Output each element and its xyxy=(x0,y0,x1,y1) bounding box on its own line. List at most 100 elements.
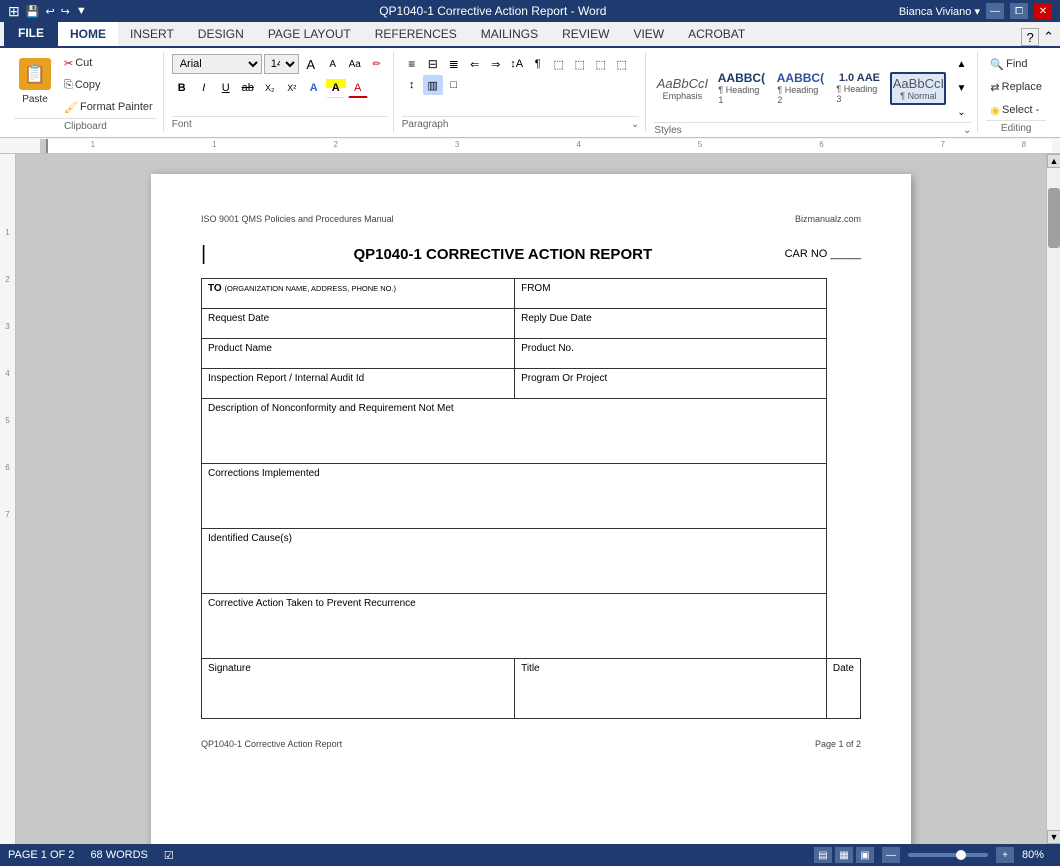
doc-title-area: | QP1040-1 CORRECTIVE ACTION REPORT CAR … xyxy=(201,244,861,264)
paste-button[interactable]: 📋 Paste xyxy=(14,54,56,116)
tab-acrobat[interactable]: ACROBAT xyxy=(676,20,757,46)
strikethrough-button[interactable]: ab xyxy=(238,78,258,98)
subscript-button[interactable]: X₂ xyxy=(260,78,280,98)
zoom-out-button[interactable]: — xyxy=(882,847,900,863)
zoom-slider[interactable] xyxy=(908,853,988,857)
text-highlight-button[interactable]: A xyxy=(326,78,346,98)
align-right-button[interactable]: ⬚ xyxy=(591,54,611,74)
inspection-report-cell[interactable]: Inspection Report / Internal Audit Id xyxy=(202,369,515,399)
save-icon[interactable]: 💾 xyxy=(26,5,40,18)
signature-cell[interactable]: Signature xyxy=(202,659,515,719)
find-button[interactable]: 🔍 Find xyxy=(986,54,1046,74)
tab-mailings[interactable]: MAILINGS xyxy=(469,20,550,46)
style-heading2[interactable]: AABBC( ¶ Heading 2 xyxy=(772,68,828,108)
shading-button[interactable]: ▥ xyxy=(423,75,443,95)
tab-references[interactable]: REFERENCES xyxy=(363,20,469,46)
minimize-button[interactable]: — xyxy=(986,3,1004,19)
scroll-down-button[interactable]: ▼ xyxy=(1047,830,1060,844)
undo-icon[interactable]: ↩ xyxy=(45,5,54,18)
style-normal[interactable]: AaBbCcI ¶ Normal xyxy=(890,72,946,105)
document-area[interactable]: ISO 9001 QMS Policies and Procedures Man… xyxy=(16,154,1046,844)
style-heading3[interactable]: 1.0 AAE ¶ Heading 3 xyxy=(831,69,887,107)
horizontal-ruler: 1 1 2 3 4 5 6 7 8 xyxy=(0,138,1060,154)
replace-button[interactable]: ⇄ Replace xyxy=(986,77,1046,97)
justify-button[interactable]: ⬚ xyxy=(612,54,632,74)
bullets-button[interactable]: ≡ xyxy=(402,54,422,74)
redo-icon[interactable]: ↪ xyxy=(61,5,70,18)
font-shrink-button[interactable]: A xyxy=(323,54,343,74)
zoom-thumb[interactable] xyxy=(956,850,966,860)
scroll-up-button[interactable]: ▲ xyxy=(1047,154,1060,168)
font-color-button[interactable]: A xyxy=(348,78,368,98)
paragraph-expand-icon[interactable]: ⌄ xyxy=(631,119,639,130)
user-name[interactable]: Bianca Viviano ▾ xyxy=(899,5,980,18)
tab-design[interactable]: DESIGN xyxy=(186,20,256,46)
date-cell[interactable]: Date xyxy=(826,659,860,719)
line-spacing-button[interactable]: ↕ xyxy=(402,75,422,95)
to-cell[interactable]: TO (ORGANIZATION NAME, ADDRESS, PHONE NO… xyxy=(202,279,515,309)
product-name-cell[interactable]: Product Name xyxy=(202,339,515,369)
font-family-select[interactable]: Arial xyxy=(172,54,262,74)
tab-review[interactable]: REVIEW xyxy=(550,20,621,46)
restore-button[interactable]: ⧠ xyxy=(1010,3,1028,19)
change-case-button[interactable]: Aa xyxy=(345,54,365,74)
title-bar: ⊞ 💾 ↩ ↪ ▼ QP1040-1 Corrective Action Rep… xyxy=(0,0,1060,22)
document-title[interactable]: QP1040-1 CORRECTIVE ACTION REPORT xyxy=(221,246,785,263)
tab-home[interactable]: HOME xyxy=(58,20,118,46)
style-emphasis[interactable]: AaBbCcI Emphasis xyxy=(654,73,710,104)
copy-button[interactable]: ⎘ Copy xyxy=(60,75,157,95)
tab-view[interactable]: VIEW xyxy=(621,20,676,46)
nonconformity-cell[interactable]: Description of Nonconformity and Require… xyxy=(202,399,827,464)
cut-button[interactable]: ✂ Cut xyxy=(60,53,157,73)
styles-expand-icon[interactable]: ⌄ xyxy=(963,125,971,136)
title-cell[interactable]: Title xyxy=(515,659,827,719)
borders-button[interactable]: □ xyxy=(444,75,464,95)
italic-button[interactable]: I xyxy=(194,78,214,98)
scrollbar-thumb[interactable] xyxy=(1048,188,1060,248)
underline-button[interactable]: U xyxy=(216,78,236,98)
corrections-cell[interactable]: Corrections Implemented xyxy=(202,464,827,529)
styles-more-button[interactable]: ⌄ xyxy=(951,102,971,122)
full-screen-view-button[interactable]: ▦ xyxy=(835,847,853,863)
styles-scroll-up-button[interactable]: ▲ xyxy=(951,54,971,74)
align-left-button[interactable]: ⬚ xyxy=(549,54,569,74)
show-marks-button[interactable]: ¶ xyxy=(528,54,548,74)
ribbon-collapse-icon[interactable]: ⌃ xyxy=(1043,29,1054,45)
format-painter-button[interactable]: 🖌 Format Painter xyxy=(60,97,157,117)
request-date-cell[interactable]: Request Date xyxy=(202,309,515,339)
vertical-scrollbar[interactable]: ▲ ▼ xyxy=(1046,154,1060,844)
tab-page-layout[interactable]: PAGE LAYOUT xyxy=(256,20,363,46)
help-icon[interactable]: ? xyxy=(1021,28,1039,46)
status-right: ▤ ▦ ▣ — + 80% xyxy=(814,847,1052,863)
from-cell[interactable]: FROM xyxy=(515,279,827,309)
increase-indent-button[interactable]: ⇒ xyxy=(486,54,506,74)
bold-button[interactable]: B xyxy=(172,78,192,98)
text-effects-button[interactable]: A xyxy=(304,78,324,98)
styles-scroll-down-button[interactable]: ▼ xyxy=(951,78,971,98)
sort-button[interactable]: ↕A xyxy=(507,54,527,74)
identified-cause-cell[interactable]: Identified Cause(s) xyxy=(202,529,827,594)
proofing-icon[interactable]: ☑ xyxy=(164,849,174,862)
clear-format-button[interactable]: ✏ xyxy=(367,54,387,74)
style-heading1[interactable]: AABBC( ¶ Heading 1 xyxy=(713,68,769,108)
customize-icon[interactable]: ▼ xyxy=(76,5,87,17)
cursor-area: | xyxy=(201,244,221,264)
print-layout-view-button[interactable]: ▤ xyxy=(814,847,832,863)
tab-file[interactable]: FILE xyxy=(4,20,58,46)
tab-insert[interactable]: INSERT xyxy=(118,20,186,46)
align-center-button[interactable]: ⬚ xyxy=(570,54,590,74)
zoom-in-button[interactable]: + xyxy=(996,847,1014,863)
font-size-select[interactable]: 14 xyxy=(264,54,299,74)
numbering-button[interactable]: ⊟ xyxy=(423,54,443,74)
close-button[interactable]: ✕ xyxy=(1034,3,1052,19)
product-no-cell[interactable]: Product No. xyxy=(515,339,827,369)
decrease-indent-button[interactable]: ⇐ xyxy=(465,54,485,74)
corrective-action-cell[interactable]: Corrective Action Taken to Prevent Recur… xyxy=(202,594,827,659)
font-grow-button[interactable]: A xyxy=(301,54,321,74)
multilevel-button[interactable]: ≣ xyxy=(444,54,464,74)
superscript-button[interactable]: X² xyxy=(282,78,302,98)
program-project-cell[interactable]: Program Or Project xyxy=(515,369,827,399)
reply-due-date-cell[interactable]: Reply Due Date xyxy=(515,309,827,339)
select-button[interactable]: ◉ Select - xyxy=(986,100,1046,120)
web-layout-view-button[interactable]: ▣ xyxy=(856,847,874,863)
